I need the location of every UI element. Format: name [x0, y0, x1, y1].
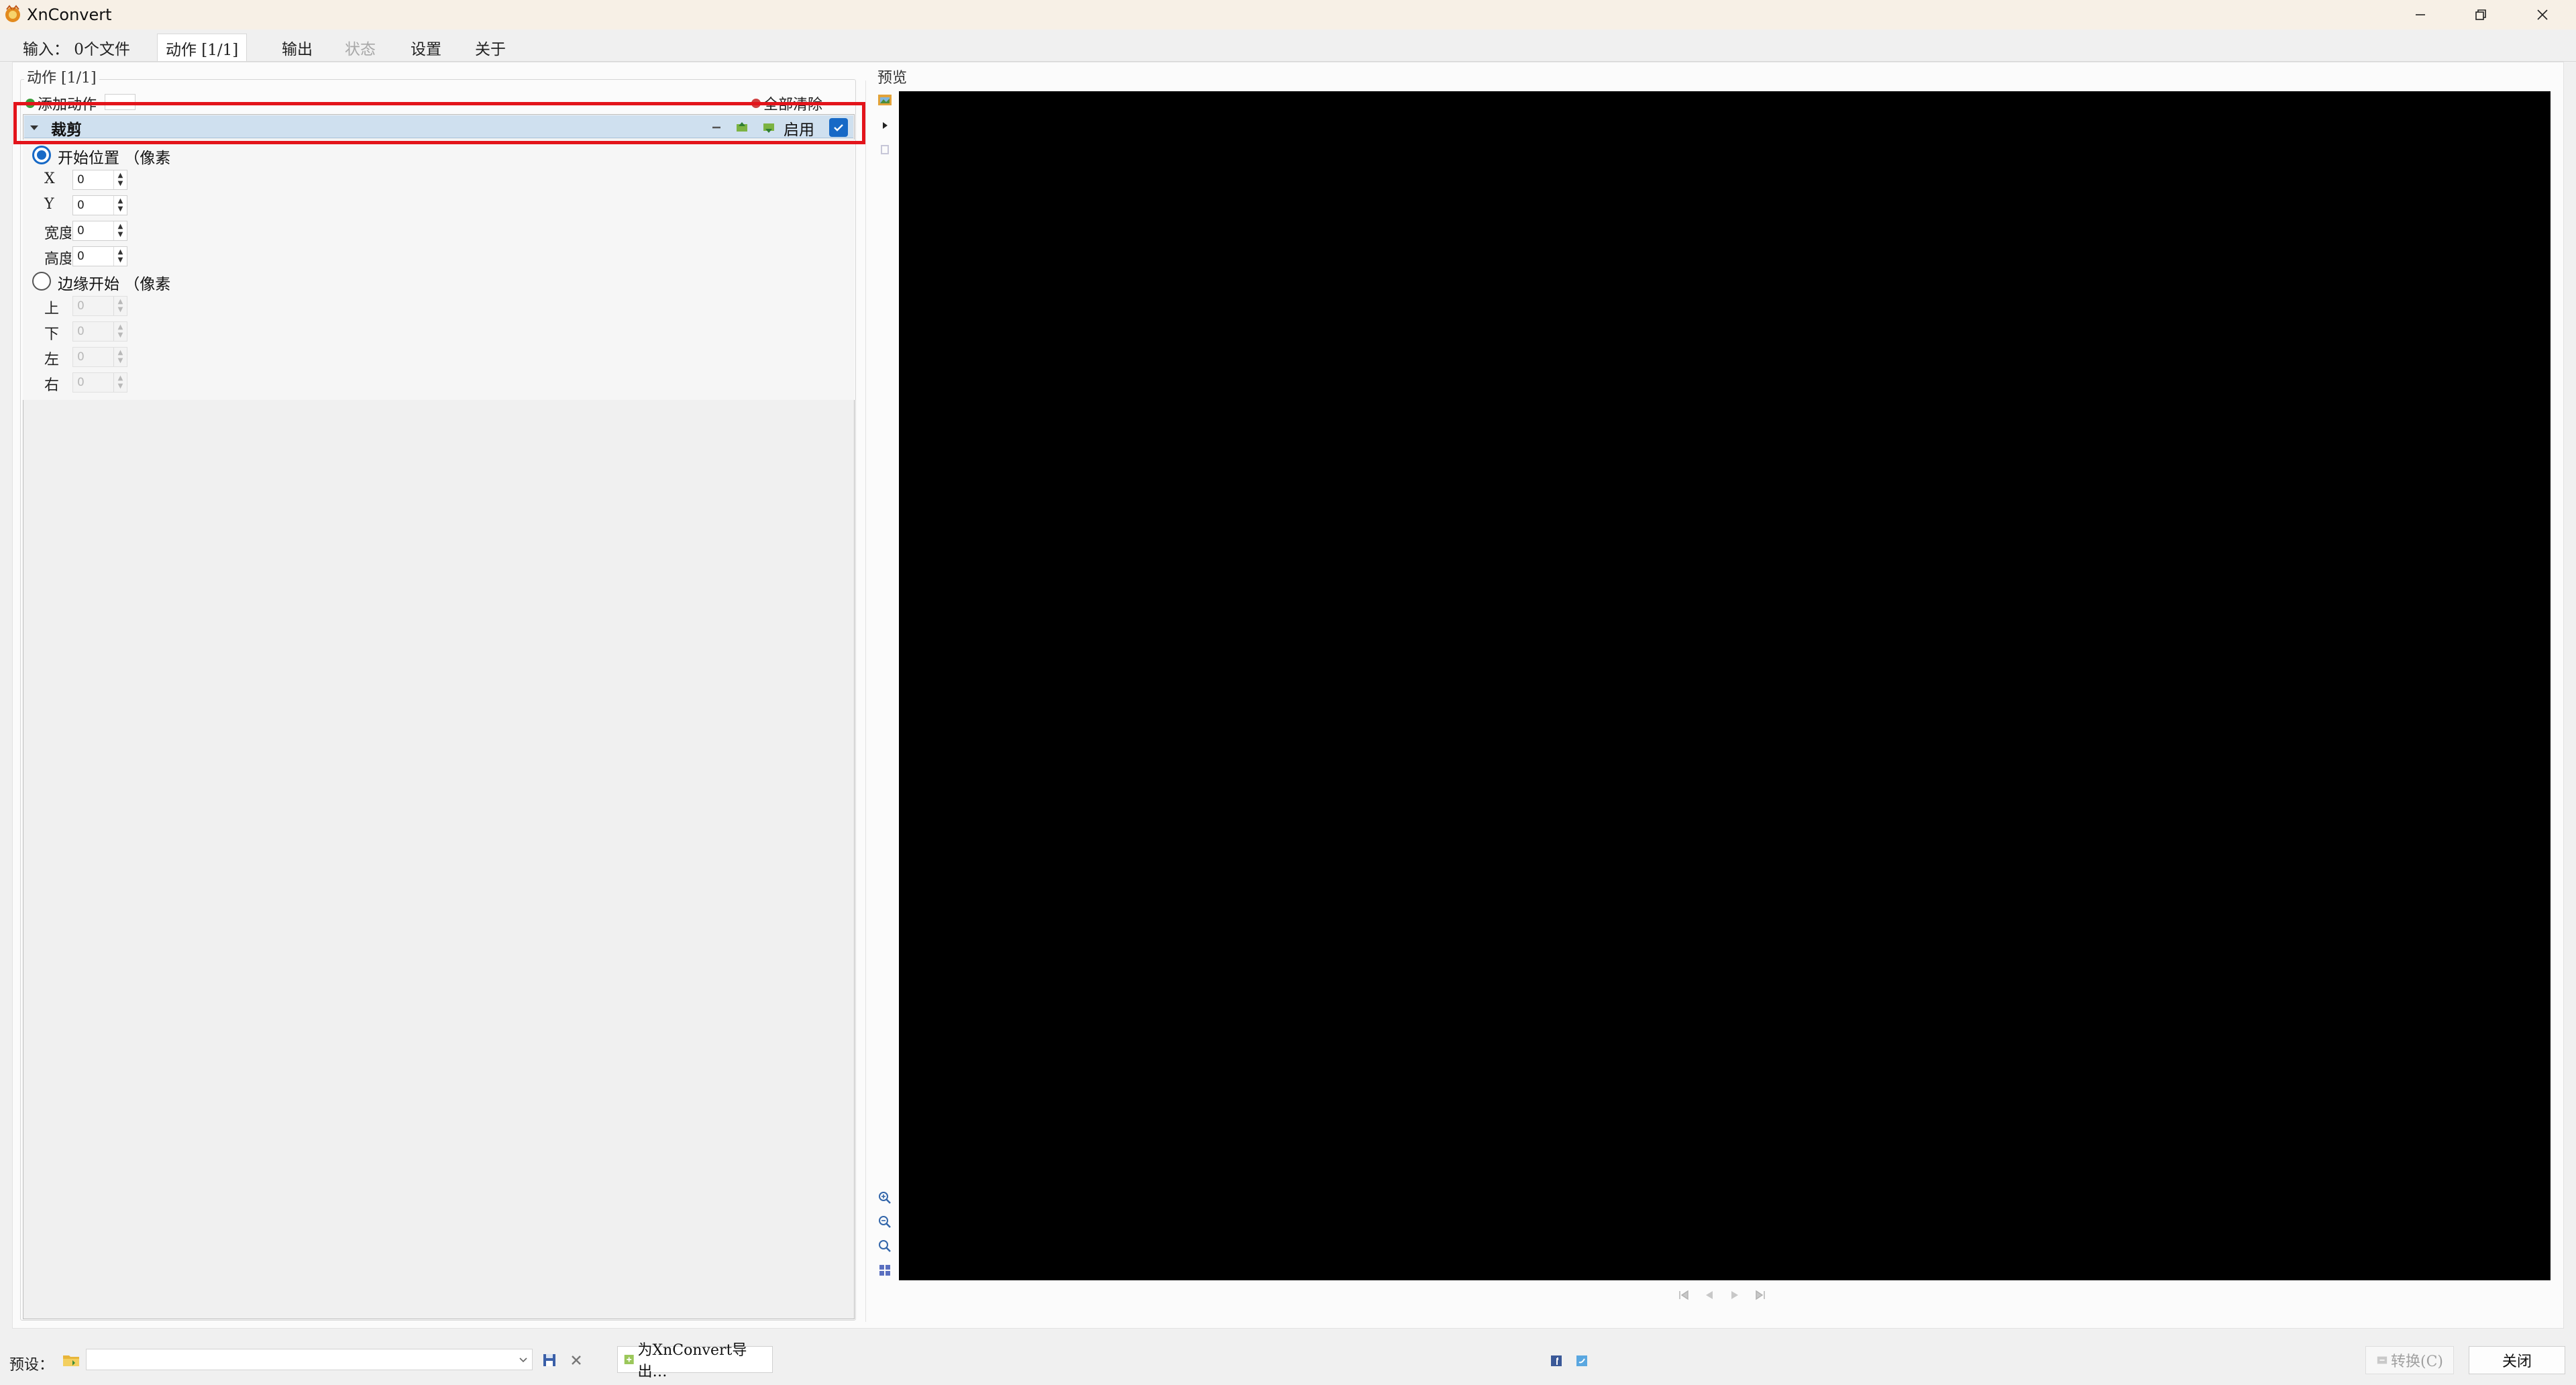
left-label: 左 — [44, 352, 60, 368]
right-spinbox: 0 ▲ ▼ — [72, 372, 127, 393]
preview-image-icon[interactable] — [876, 91, 894, 109]
twitter-icon[interactable] — [1575, 1354, 1589, 1368]
zoom-fit-icon[interactable] — [876, 1237, 894, 1255]
preset-label: 预设： — [9, 1357, 54, 1374]
next-image-icon — [1725, 1286, 1744, 1304]
export-label: 为XnConvert导出… — [637, 1342, 747, 1380]
width-label: 宽度 — [44, 225, 71, 242]
minimize-icon — [2416, 14, 2425, 15]
edge-start-label: 边缘开始 （像素 — [58, 276, 171, 293]
tab-status: 状态 — [345, 41, 376, 58]
export-for-xnconvert-button[interactable]: 为XnConvert导出… — [617, 1342, 773, 1380]
convert-label: 转换(C) — [2391, 1353, 2443, 1370]
width-spinbox[interactable]: 0 ▲ ▼ — [72, 221, 127, 241]
panel-divider[interactable] — [865, 81, 866, 1322]
top-spinbox: 0 ▲ ▼ — [72, 296, 127, 316]
save-icon[interactable] — [541, 1351, 558, 1369]
preview-canvas[interactable] — [899, 91, 2551, 1280]
preset-select[interactable] — [86, 1349, 533, 1370]
facebook-icon[interactable] — [1550, 1354, 1563, 1368]
top-label: 上 — [44, 301, 60, 317]
x-label: X — [44, 170, 55, 187]
tab-output[interactable]: 输出 — [274, 35, 321, 60]
tab-settings[interactable]: 设置 — [402, 35, 449, 60]
export-icon — [624, 1355, 634, 1364]
zoom-in-icon[interactable] — [876, 1189, 894, 1207]
open-folder-icon[interactable] — [62, 1351, 80, 1369]
restore-button[interactable] — [2450, 0, 2512, 30]
close-icon — [2537, 9, 2548, 20]
crop-action-settings — [23, 140, 855, 400]
convert-icon — [2377, 1356, 2387, 1364]
convert-button: 转换(C) — [2365, 1346, 2454, 1374]
highlight-annotation — [13, 102, 865, 144]
close-button[interactable]: 关闭 — [2469, 1346, 2565, 1374]
actions-group-title: 动作 [1/1] — [24, 66, 99, 87]
left-spinbox: 0 ▲ ▼ — [72, 347, 127, 367]
tab-input[interactable]: 输入： 0个文件 — [15, 35, 138, 60]
restore-icon — [2475, 9, 2486, 20]
last-image-icon — [1751, 1286, 1770, 1304]
chevron-down-icon[interactable] — [517, 1353, 530, 1366]
app-logo-icon — [3, 4, 23, 24]
tab-actions[interactable]: 动作 [1/1] — [157, 34, 248, 62]
bottom-label: 下 — [44, 326, 60, 343]
previous-image-icon — [1700, 1286, 1719, 1304]
start-position-label: 开始位置 （像素 — [58, 150, 171, 167]
x-spinbox[interactable]: 0 ▲ ▼ — [72, 170, 127, 190]
close-window-button[interactable] — [2512, 0, 2573, 30]
compare-icon — [876, 141, 894, 158]
title-bar — [0, 0, 2576, 30]
height-label: 高度 — [44, 251, 71, 268]
start-position-radio[interactable] — [32, 146, 51, 164]
edge-start-radio[interactable] — [32, 272, 51, 291]
delete-icon[interactable] — [568, 1351, 585, 1369]
height-spinbox[interactable]: 0 ▲ ▼ — [72, 246, 127, 266]
right-label: 右 — [44, 377, 60, 394]
bottom-spinbox: 0 ▲ ▼ — [72, 321, 127, 342]
y-spinbox[interactable]: 0 ▲ ▼ — [72, 195, 127, 215]
fullscreen-icon[interactable] — [876, 1262, 894, 1279]
window-title: XnConvert — [27, 5, 112, 24]
play-icon[interactable] — [876, 117, 894, 134]
preview-title: 预览 — [877, 70, 908, 87]
y-label: Y — [44, 196, 54, 213]
zoom-out-icon[interactable] — [876, 1213, 894, 1231]
tab-about[interactable]: 关于 — [467, 35, 514, 60]
first-image-icon — [1674, 1286, 1693, 1304]
minimize-button[interactable] — [2390, 0, 2451, 30]
